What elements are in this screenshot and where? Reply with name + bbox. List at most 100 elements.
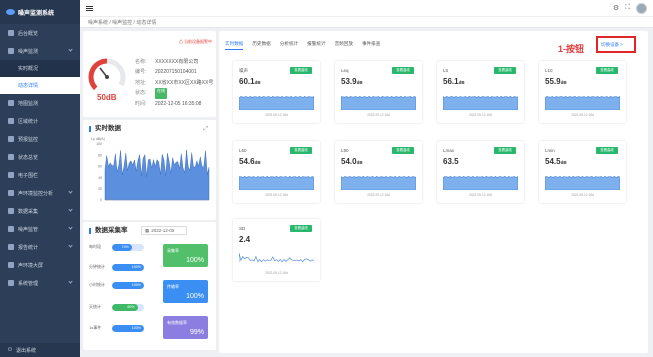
sidebar-subitem-detail[interactable]: 动态详情: [0, 77, 80, 94]
metric-value: 55.9dB: [545, 77, 567, 86]
view-curve-button[interactable]: 查看曲线: [494, 147, 516, 154]
metric-sparkline: [341, 96, 416, 110]
view-curve-button[interactable]: 查看曲线: [290, 225, 312, 232]
view-curve-button[interactable]: 查看曲线: [494, 67, 516, 74]
logout-button[interactable]: ⏻ 退出系统: [0, 343, 80, 357]
metric-timestamp: 2022-09-12 16d: [265, 113, 288, 117]
metric-card[interactable]: SD 查看曲线 2.4 2022-09-12 16d: [233, 219, 320, 281]
y-tick-label: 60: [98, 165, 102, 169]
tab-audio[interactable]: 音频回放: [335, 41, 353, 50]
date-picker[interactable]: ▦ 2022-12-05: [141, 226, 187, 235]
breadcrumb: 噪声系统 / 噪声监控 / 动态详情: [80, 16, 653, 28]
sidebar-item-supervise[interactable]: 噪声监管: [0, 220, 80, 238]
forecast-icon: [8, 136, 14, 142]
progress-bar: 74%: [112, 243, 144, 251]
metric-card[interactable]: L90 查看曲线 54.0dB 2022-09-12 16d: [335, 141, 422, 203]
fullscreen-icon[interactable]: ⛶: [625, 4, 630, 12]
metric-name: L50: [239, 148, 247, 153]
metric-sparkline: [341, 176, 416, 190]
progress-bar: 100%: [112, 324, 144, 332]
sidebar-item-map[interactable]: 地图监测: [0, 94, 80, 112]
progress-bar: 100%: [112, 281, 144, 289]
map-icon: [8, 100, 14, 106]
rate-panel: 数据采集率 ▦ 2022-12-05 每时段 74% 分钟统计 100% 小时统计 100%…: [83, 222, 216, 350]
screen-icon: [8, 262, 14, 268]
sidebar-item-region[interactable]: 区域统计: [0, 112, 80, 130]
metric-sparkline: [545, 96, 620, 110]
progress-bar: 100%: [112, 263, 144, 271]
metric-card[interactable]: L5 查看曲线 56.1dB 2022-09-12 16d: [437, 61, 524, 123]
view-curve-button[interactable]: 查看曲线: [596, 67, 618, 74]
view-curve-button[interactable]: 查看曲线: [392, 147, 414, 154]
sidebar-item-forecast[interactable]: 预报监控: [0, 130, 80, 148]
switch-device-link[interactable]: 切换设备 >: [601, 42, 623, 48]
rate-label: 每时段: [89, 244, 101, 249]
tab-realtime[interactable]: 实时数据: [225, 41, 244, 50]
app-logo[interactable]: 噪声监测系统: [0, 0, 80, 24]
tab-events[interactable]: 事件排查: [362, 41, 380, 50]
rate-row: 天统计 80%: [89, 302, 144, 312]
sidebar-item-home[interactable]: 后台概览: [0, 24, 80, 42]
view-curve-button[interactable]: 查看曲线: [596, 147, 618, 154]
progress-bar: 80%: [112, 303, 144, 311]
realtime-area: [104, 149, 210, 201]
sidebar-item-fence[interactable]: 电子围栏: [0, 166, 80, 184]
progress-fill: 100%: [112, 263, 144, 271]
sidebar-item-status[interactable]: 状态总览: [0, 148, 80, 166]
noise-gauge: [88, 58, 126, 91]
realtime-title: 实时数据: [89, 125, 121, 132]
metric-name: L10: [545, 68, 553, 73]
sidebar-item-analysis[interactable]: 声环境监控分析: [0, 184, 80, 202]
metric-timestamp: 2022-09-12 16d: [265, 193, 288, 197]
alarm-link[interactable]: ⚠ 当前设备报警中: [179, 39, 212, 45]
sidebar-item-collect[interactable]: 数据采集: [0, 202, 80, 220]
tab-alarm[interactable]: 报警统计: [307, 41, 325, 50]
tab-bar: 实时数据 历史数据 分析统计 报警统计 音频回放 事件排查: [225, 41, 380, 50]
sparkline-path: [341, 176, 416, 190]
metric-card[interactable]: L10 查看曲线 55.9dB 2022-09-12 16d: [539, 61, 626, 123]
rate-label: 天统计: [89, 304, 101, 309]
progress-fill: 80%: [112, 303, 138, 311]
view-curve-button[interactable]: 查看曲线: [290, 67, 312, 74]
sidebar-item-system[interactable]: 系统管理: [0, 274, 80, 292]
fence-icon: [8, 172, 14, 178]
tab-history[interactable]: 历史数据: [252, 41, 270, 50]
tab-analysis[interactable]: 分析统计: [280, 41, 298, 50]
sparkline-path: [239, 96, 314, 110]
metric-value: 53.9dB: [341, 77, 363, 86]
metric-timestamp: 2022-09-12 16d: [571, 193, 594, 197]
metric-card[interactable]: L50 查看曲线 54.6dB 2022-09-12 16d: [233, 141, 320, 203]
avatar[interactable]: [636, 2, 647, 14]
sidebar-item-bigscreen[interactable]: 声环境大屏: [0, 256, 80, 274]
metric-sparkline: [545, 176, 620, 190]
view-curve-button[interactable]: 查看曲线: [392, 67, 414, 74]
metric-value: 2.4: [239, 235, 251, 244]
menu-toggle-icon[interactable]: [86, 5, 93, 11]
metric-card[interactable]: 噪声 查看曲线 60.1dB 2022-09-12 16d: [233, 61, 320, 123]
sidebar-subitem-overview[interactable]: 实时概况: [0, 60, 80, 77]
metric-card[interactable]: Lmax 查看曲线 63.5 2022-09-12 16d: [437, 141, 524, 203]
sidebar-item-monitor[interactable]: 噪声监测: [0, 42, 80, 60]
view-curve-button[interactable]: 查看曲线: [290, 147, 312, 154]
y-tick-label: 80: [98, 153, 102, 157]
settings-icon: [8, 280, 14, 286]
settings-icon[interactable]: ⚙: [613, 4, 619, 12]
chevron-down-icon: [68, 279, 73, 284]
sidebar-item-report[interactable]: 报告统计: [0, 238, 80, 256]
status-icon: [8, 154, 14, 160]
group-label: 1-按钮: [558, 44, 585, 54]
chevron-down-icon: [68, 47, 73, 52]
metric-card[interactable]: Leq 查看曲线 53.9dB 2022-09-12 16d: [335, 61, 422, 123]
realtime-chart: Lp dB(A)100 80 60 40 20 0: [91, 137, 210, 202]
rate-row: 1s事件 100%: [89, 323, 144, 333]
progress-fill: 100%: [112, 281, 144, 289]
analysis-icon: [8, 190, 14, 196]
dashboard-icon: [8, 30, 14, 36]
stat-transmit: 传输率 100%: [163, 280, 208, 303]
sparkline-path: [239, 176, 314, 190]
metric-sparkline: [239, 253, 314, 263]
metric-card[interactable]: Lmin 查看曲线 54.5dB 2022-09-12 16d: [539, 141, 626, 203]
device-info-panel: ⚠ 当前设备报警中 50dB 名称: XXXXXXX有限公司 编号: 2022071…: [83, 31, 216, 117]
expand-icon[interactable]: ⤢: [203, 126, 208, 133]
main-panel: 实时数据 历史数据 分析统计 报警统计 音频回放 事件排查 1-按钮 切换设备 …: [219, 31, 648, 353]
